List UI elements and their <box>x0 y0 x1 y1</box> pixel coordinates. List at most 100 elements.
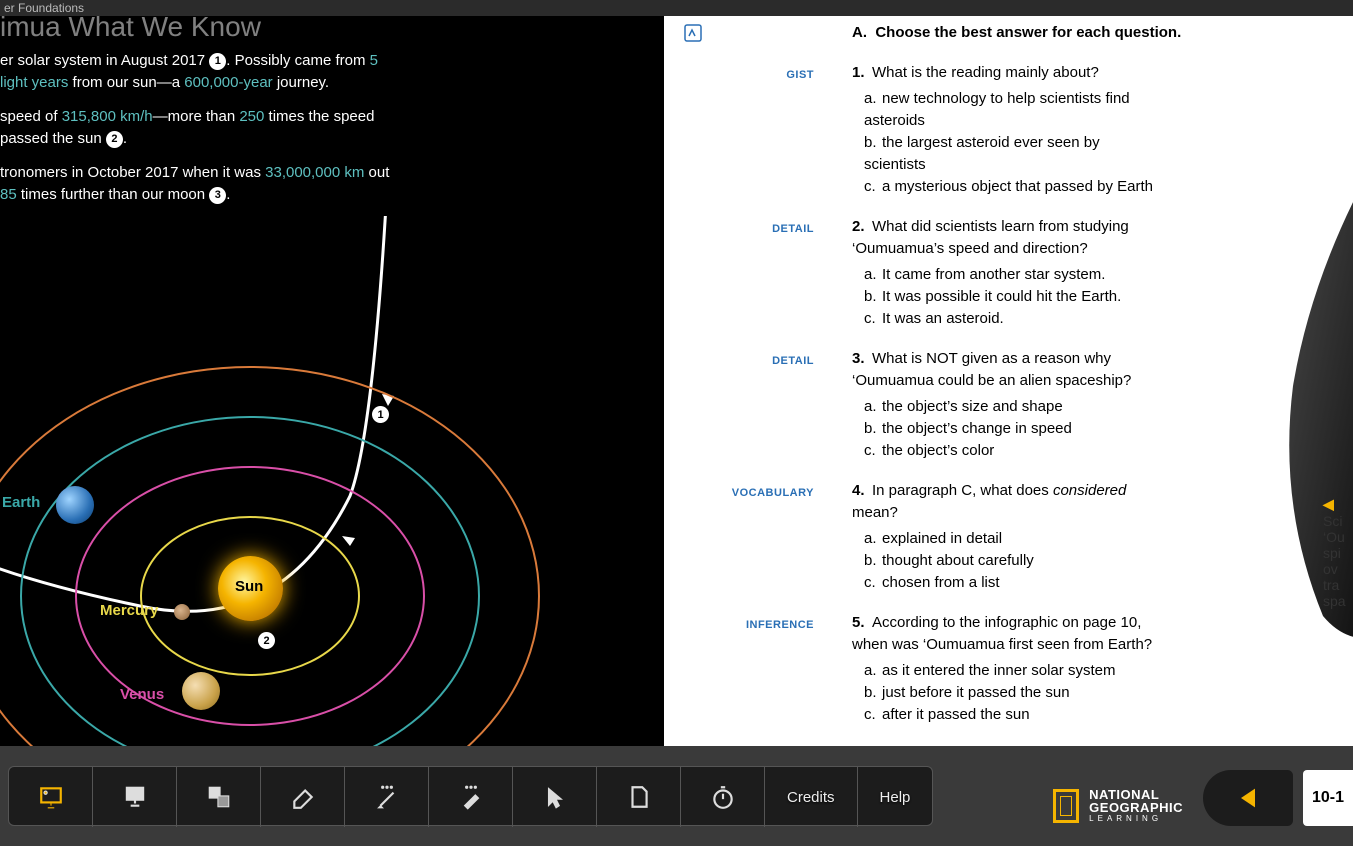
text: . <box>226 186 230 203</box>
highlight: 33,000,000 km <box>265 164 364 181</box>
screen-tool-button[interactable] <box>93 767 177 827</box>
credits-button[interactable]: Credits <box>765 767 858 827</box>
caption-line: Sci <box>1323 513 1342 529</box>
text: tronomers in October 2017 when it was <box>0 164 265 181</box>
highlight: 315,800 km/h <box>62 108 153 125</box>
text: . Possibly came from <box>226 52 369 69</box>
bottom-toolbar: Credits Help NATIONAL GEOGRAPHIC LEARNIN… <box>0 746 1353 846</box>
activity-icon <box>684 24 702 42</box>
question-tag: GIST <box>724 64 814 86</box>
marker-1-icon: 1 <box>209 53 226 70</box>
option-a[interactable]: a.explained in detail <box>864 528 1154 550</box>
text: from our sun—a <box>68 74 184 91</box>
play-left-icon <box>1234 784 1262 812</box>
option-a[interactable]: a.It came from another star system. <box>864 264 1154 286</box>
left-page: imua What We Know er solar system in Aug… <box>0 16 664 746</box>
caption-fragment: ◀ Sci ‘Ou spi ov tra spa <box>1323 496 1353 609</box>
fact-1: er solar system in August 2017 1. Possib… <box>0 50 400 94</box>
option-b[interactable]: b.the largest asteroid ever seen by scie… <box>864 132 1154 176</box>
option-c[interactable]: c.the object’s color <box>864 440 1154 462</box>
marker-2-icon: 2 <box>106 131 123 148</box>
text: er solar system in August 2017 <box>0 52 209 69</box>
section-letter: A. <box>852 24 867 41</box>
caption-line: ‘Ou <box>1323 529 1345 545</box>
timer-tool-button[interactable] <box>681 767 765 827</box>
eraser-tool-button[interactable] <box>261 767 345 827</box>
earth-icon <box>56 486 94 524</box>
text: —more than <box>153 108 240 125</box>
help-button[interactable]: Help <box>858 767 933 827</box>
text: out <box>364 164 389 181</box>
presentation-tool-button[interactable] <box>9 767 93 827</box>
question-text: In paragraph C, what does <box>872 482 1053 499</box>
text: . <box>123 130 127 147</box>
mercury-icon <box>174 604 190 620</box>
highlighter-tool-button[interactable] <box>429 767 513 827</box>
option-c[interactable]: c.a mysterious object that passed by Ear… <box>864 176 1154 198</box>
option-a[interactable]: a.new technology to help scientists find… <box>864 88 1154 132</box>
window-title: er Foundations <box>0 0 1353 16</box>
venus-icon <box>182 672 220 710</box>
highlight: 85 <box>0 186 17 203</box>
question-text: What is the reading mainly about? <box>872 64 1099 81</box>
caption-line: spa <box>1323 593 1346 609</box>
page-tool-button[interactable] <box>597 767 681 827</box>
sun-label: Sun <box>235 578 263 595</box>
option-b[interactable]: b.just before it passed the sun <box>864 682 1154 704</box>
question-tag: INFERENCE <box>724 614 814 636</box>
section-a-heading: A. Choose the best answer for each quest… <box>852 22 1333 44</box>
text: journey. <box>273 74 329 91</box>
option-b[interactable]: b.It was possible it could hit the Earth… <box>864 286 1154 308</box>
earth-label: Earth <box>2 494 40 511</box>
section-instruction: Choose the best answer for each question… <box>875 24 1181 41</box>
caption-line: tra <box>1323 577 1339 593</box>
prev-page-button[interactable] <box>1203 770 1293 826</box>
option-a[interactable]: a.as it entered the inner solar system <box>864 660 1154 682</box>
question-text: According to the infographic on page 10,… <box>852 614 1152 653</box>
question-number: 5. <box>852 612 872 634</box>
caption-arrow-icon: ◀ <box>1323 496 1334 512</box>
option-c[interactable]: c.chosen from a list <box>864 572 1154 594</box>
venus-label: Venus <box>120 686 164 703</box>
highlight: 600,000-year <box>184 74 272 91</box>
option-c[interactable]: c.after it passed the sun <box>864 704 1154 726</box>
fact-3: tronomers in October 2017 when it was 33… <box>0 162 400 206</box>
pen-tool-button[interactable] <box>345 767 429 827</box>
caption-line: ov <box>1323 561 1338 577</box>
question-tag: VOCABULARY <box>724 482 814 504</box>
option-b[interactable]: b.the object’s change in speed <box>864 418 1154 440</box>
vocab-word: considered <box>1053 482 1126 499</box>
marker-3-icon: 3 <box>209 187 226 204</box>
question-number: 2. <box>852 216 872 238</box>
caption-line: spi <box>1323 545 1341 561</box>
page-number-display[interactable]: 10-1 <box>1303 770 1353 826</box>
publisher-logo: NATIONAL GEOGRAPHIC LEARNING <box>1053 788 1183 824</box>
natgeo-frame-icon <box>1053 789 1079 823</box>
question-text: mean? <box>852 504 898 521</box>
text: times further than our moon <box>17 186 210 203</box>
option-b[interactable]: b.thought about carefully <box>864 550 1154 572</box>
text: speed of <box>0 108 62 125</box>
question-number: 1. <box>852 62 872 84</box>
brand-line-3: LEARNING <box>1089 814 1183 824</box>
path-marker-2-icon: 2 <box>258 632 275 649</box>
path-marker-1-icon: 1 <box>372 406 389 423</box>
option-a[interactable]: a.the object’s size and shape <box>864 396 1154 418</box>
book-spread: imua What We Know er solar system in Aug… <box>0 16 1353 746</box>
question-tag: DETAIL <box>724 350 814 372</box>
fact-2: speed of 315,800 km/h—more than 250 time… <box>0 106 400 150</box>
right-page: A. Choose the best answer for each quest… <box>664 16 1353 746</box>
option-c[interactable]: c.It was an asteroid. <box>864 308 1154 330</box>
brand-line-2: GEOGRAPHIC <box>1089 801 1183 814</box>
shapes-tool-button[interactable] <box>177 767 261 827</box>
tool-group: Credits Help <box>8 766 933 826</box>
left-page-title: imua What We Know <box>0 16 644 38</box>
question-number: 4. <box>852 480 872 502</box>
solar-system-diagram: Sun Mercury Venus Earth 1 2 <box>0 216 664 746</box>
question-text: What is NOT given as a reason why ‘Oumua… <box>852 350 1131 389</box>
highlight: 250 <box>239 108 264 125</box>
question-tag: DETAIL <box>724 218 814 240</box>
question-text: What did scientists learn from studying … <box>852 218 1129 257</box>
pointer-tool-button[interactable] <box>513 767 597 827</box>
mercury-label: Mercury <box>100 602 158 619</box>
